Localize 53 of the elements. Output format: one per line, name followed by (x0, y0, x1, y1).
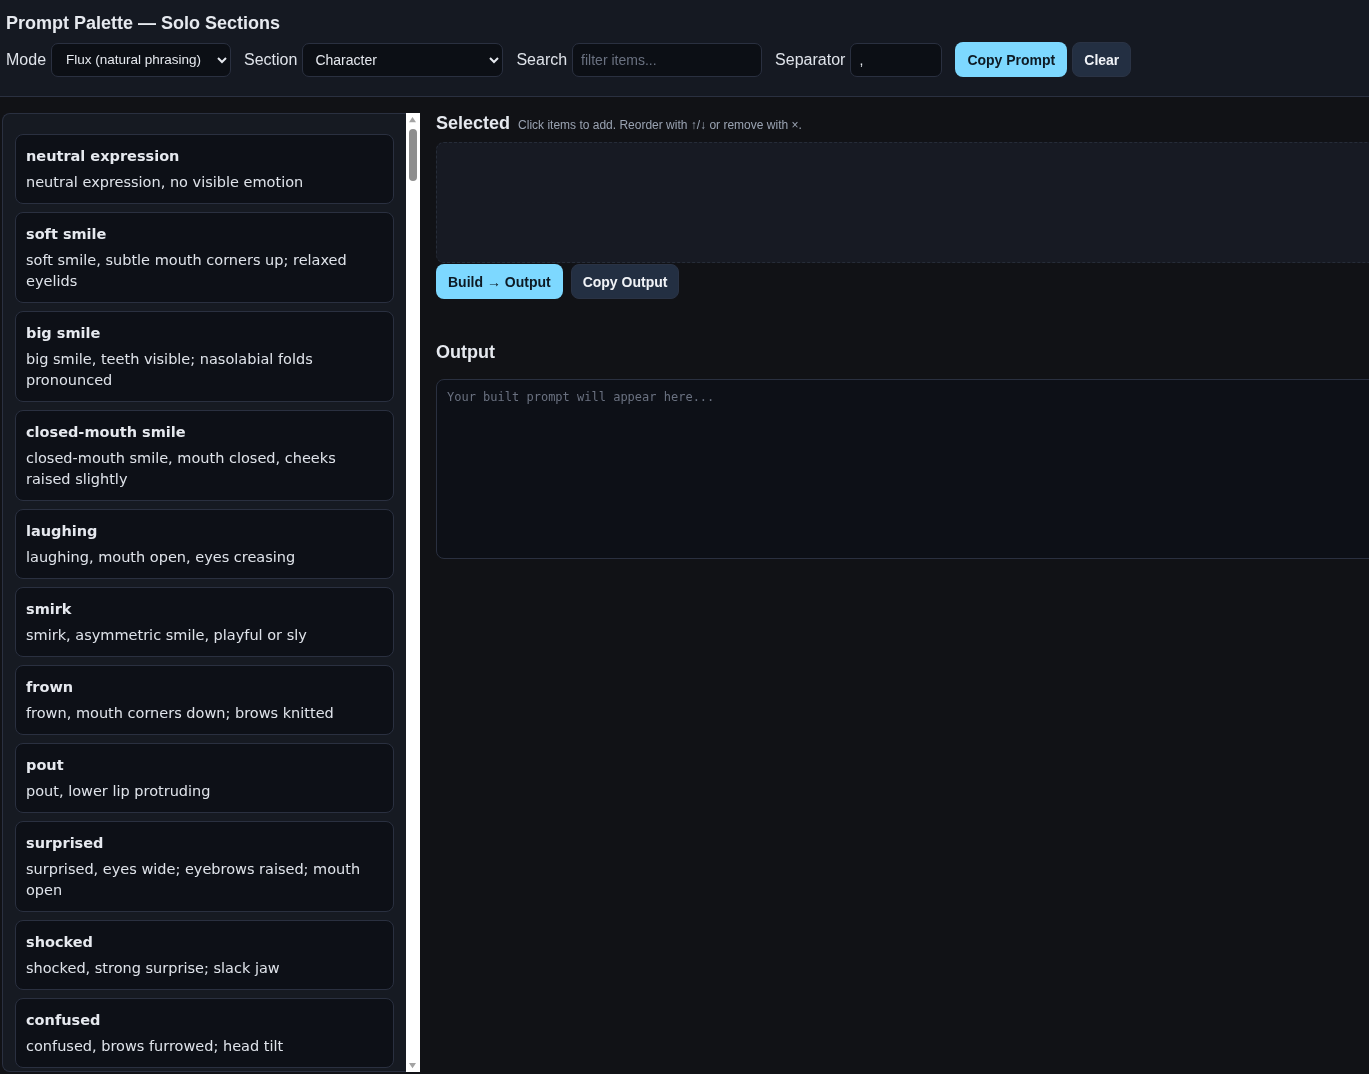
item-card[interactable]: soft smile soft smile, subtle mouth corners up; relaxed eyelids (15, 212, 394, 303)
item-title: laughing (26, 522, 99, 540)
item-title: smirk (26, 600, 73, 618)
item-description: smirk, asymmetric smile, playful or sly (26, 626, 308, 645)
item-description: laughing, mouth open, eyes creasing (26, 548, 297, 567)
separator-field[interactable]: , (850, 42, 943, 77)
section-label: Section (244, 50, 298, 69)
scrollbar-thumb[interactable] (408, 129, 417, 181)
output-textarea[interactable]: Your built prompt will appear here... (436, 379, 1369, 559)
app-title: Prompt Palette — Solo Sections (6, 12, 282, 34)
toolbar-button[interactable]: Copy Prompt (955, 42, 1068, 77)
item-description: soft smile, subtle mouth corners up; relaxed eyelids (26, 251, 348, 291)
item-card[interactable]: frown frown, mouth corners down; brows knitted (15, 665, 394, 735)
item-description: shocked, strong surprise; slack jaw (26, 959, 281, 978)
item-description: neutral expression, no visible emotion (26, 173, 305, 192)
mode-select[interactable]: Flux (natural phrasing) (51, 42, 232, 77)
item-description: big smile, teeth visible; nasolabial folds pronounced (26, 350, 314, 390)
item-card[interactable]: pout pout, lower lip protruding (15, 743, 394, 813)
section-select[interactable]: Character (302, 42, 504, 77)
item-description: confused, brows furrowed; head tilt (26, 1037, 285, 1056)
item-description: closed-mouth smile, mouth closed, cheeks raised slightly (26, 449, 337, 489)
mode-label: Mode (6, 50, 47, 69)
search-label: Search (516, 50, 568, 69)
item-title: confused (26, 1011, 102, 1029)
item-description: pout, lower lip protruding (26, 782, 212, 801)
toolbar-button[interactable]: Clear (1072, 42, 1132, 77)
scroll-up-icon[interactable] (408, 116, 418, 123)
item-card[interactable]: neutral expression neutral expression, no visible emotion (15, 134, 394, 204)
separator-label: Separator (775, 50, 846, 69)
item-card[interactable]: surprised surprised, eyes wide; eyebrows raised; mouth open (15, 821, 394, 912)
item-card[interactable]: shocked shocked, strong surprise; slack jaw (15, 920, 394, 990)
selected-hint: Click items to add. Reorder with ↑/↓ or remove with ×. (518, 118, 802, 132)
item-card[interactable]: smirk smirk, asymmetric smile, playful or sly (15, 587, 394, 657)
item-card[interactable]: confused confused, brows furrowed; head tilt (15, 998, 394, 1068)
item-title: soft smile (26, 225, 108, 243)
item-title: big smile (26, 324, 102, 342)
item-title: frown (26, 678, 75, 696)
output-action-button[interactable]: Build → Output (436, 264, 563, 299)
item-card[interactable]: closed-mouth smile closed-mouth smile, mouth closed, cheeks raised slightly (15, 410, 394, 501)
item-title: neutral expression (26, 147, 181, 165)
output-heading: Output (436, 342, 496, 363)
item-title: shocked (26, 933, 94, 951)
scroll-down-icon[interactable] (408, 1062, 418, 1069)
item-description: surprised, eyes wide; eyebrows raised; mouth open (26, 860, 362, 900)
output-action-button[interactable]: Copy Output (570, 264, 680, 299)
item-card[interactable]: laughing laughing, mouth open, eyes creasing (15, 509, 394, 579)
item-description: frown, mouth corners down; brows knitted (26, 704, 335, 723)
item-card[interactable]: big smile big smile, teeth visible; nasolabial folds pronounced (15, 311, 394, 402)
item-title: pout (26, 756, 65, 774)
item-title: closed-mouth smile (26, 423, 187, 441)
search-field[interactable]: filter items... (572, 42, 763, 77)
item-title: surprised (26, 834, 105, 852)
selected-heading: Selected (436, 113, 511, 134)
